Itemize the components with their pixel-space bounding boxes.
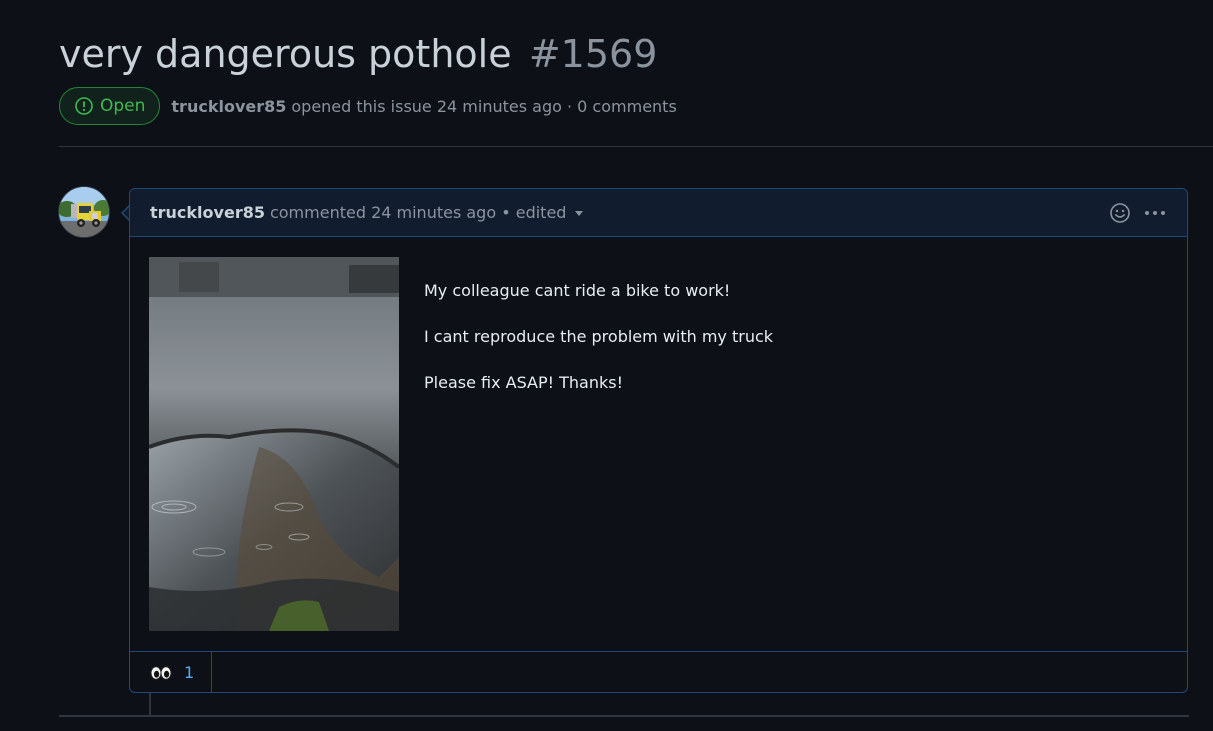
- pothole-photo[interactable]: [149, 257, 399, 631]
- comment-text: My colleague cant ride a bike to work! I…: [424, 279, 773, 417]
- comment-body: My colleague cant ride a bike to work! I…: [149, 257, 1169, 633]
- state-badge: Open: [59, 87, 161, 125]
- header-divider: [59, 146, 1213, 147]
- comment-line-3: Please fix ASAP! Thanks!: [424, 373, 624, 392]
- eyes-icon: [150, 665, 172, 680]
- avatar[interactable]: [59, 187, 109, 237]
- issue-meta: Open trucklover85 opened this issue 24 m…: [59, 86, 677, 126]
- edited-dropdown-caret-icon[interactable]: [574, 208, 584, 218]
- reactions-bar: 1: [130, 651, 1187, 693]
- issue-page: very dangerous pothole #1569 Open truckl…: [0, 0, 1213, 731]
- eyes-reaction-count: 1: [184, 663, 195, 682]
- timeline-connector: [149, 693, 151, 715]
- more-options-kebab-icon[interactable]: [1143, 201, 1167, 225]
- issue-title: very dangerous pothole: [59, 32, 512, 76]
- pothole-image: [149, 257, 399, 631]
- issue-open-icon: [75, 97, 93, 115]
- comment-author-link[interactable]: trucklover85: [150, 203, 265, 222]
- issue-author-link[interactable]: trucklover85: [171, 97, 286, 116]
- truck-avatar-image: [59, 187, 109, 237]
- timeline-divider: [59, 715, 1189, 717]
- comment-box: trucklover85 commented 24 minutes ago • …: [129, 188, 1188, 693]
- comment-meta: commented 24 minutes ago • edited: [269, 203, 567, 222]
- eyes-reaction-button[interactable]: 1: [130, 652, 212, 693]
- add-reaction-smiley-icon[interactable]: [1109, 202, 1131, 224]
- state-label: Open: [100, 96, 146, 116]
- comment-actions: [1109, 201, 1167, 225]
- comment-header: trucklover85 commented 24 minutes ago • …: [130, 189, 1187, 237]
- issue-number: #1569: [528, 32, 658, 76]
- issue-title-row: very dangerous pothole #1569: [59, 30, 657, 78]
- comment-line-2: I cant reproduce the problem with my tru…: [424, 327, 774, 346]
- issue-opened-text: opened this issue 24 minutes ago · 0 com…: [291, 96, 677, 116]
- comment-line-1: My colleague cant ride a bike to work!: [424, 281, 731, 300]
